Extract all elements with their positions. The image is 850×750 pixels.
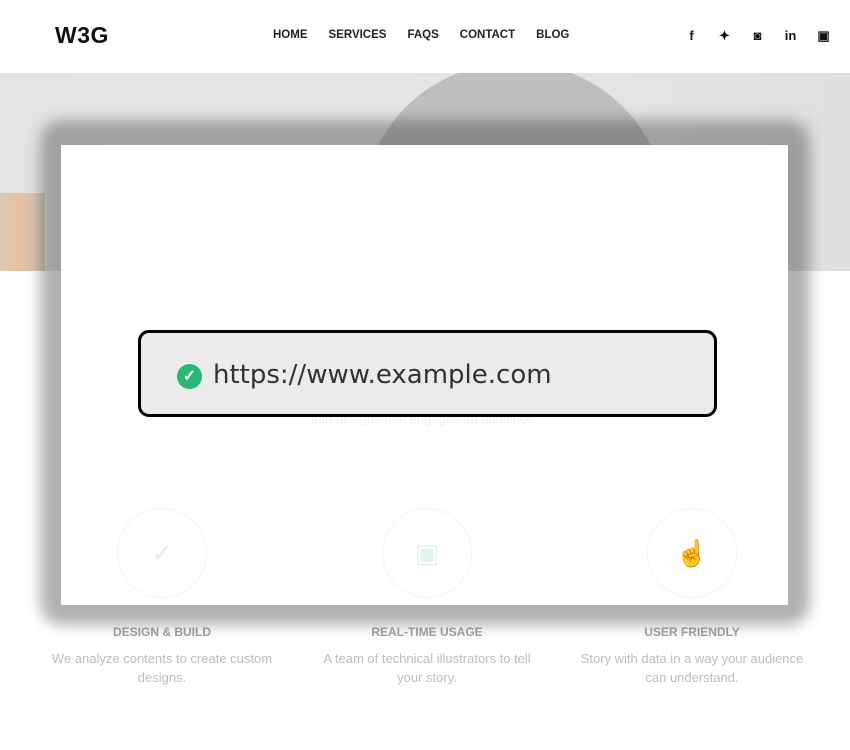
main-nav: HOME SERVICES FAQS CONTACT BLOG (273, 29, 569, 41)
facebook-icon[interactable]: f (685, 28, 698, 44)
nav-faqs[interactable]: FAQS (407, 29, 438, 41)
youtube-icon[interactable]: ▣ (817, 28, 830, 44)
monitor-chart-icon: ▣ (382, 508, 472, 598)
social-links: f ✦ ◙ in ▣ (685, 28, 830, 44)
site-header: W3G HOME SERVICES FAQS CONTACT BLOG f ✦ … (0, 0, 850, 73)
nav-services[interactable]: SERVICES (329, 29, 387, 41)
hero-pencils-shape (0, 193, 45, 271)
nav-home[interactable]: HOME (273, 29, 308, 41)
secure-check-icon: ✓ (177, 364, 202, 389)
feature-desc: Story with data in a way your audience c… (580, 651, 804, 685)
panel-hero-fade (61, 145, 788, 275)
feature-title: DESIGN & BUILD (112, 625, 211, 639)
url-bar[interactable]: ✓ https://www.example.com (138, 330, 717, 417)
nav-contact[interactable]: CONTACT (460, 29, 515, 41)
feature-design-build: DESIGN & BUILD We analyze contents to cr… (47, 625, 277, 687)
hero-laptop-shape (457, 180, 755, 275)
twitter-icon[interactable]: ✦ (718, 28, 731, 44)
touch-hand-icon: ☝ (647, 508, 737, 598)
feature-user-friendly: USER FRIENDLY Story with data in a way y… (577, 625, 807, 687)
feature-title: USER FRIENDLY (644, 625, 740, 639)
check-plus-icon: ✓ (117, 508, 207, 598)
logo[interactable]: W3G (55, 22, 109, 49)
feature-real-time-usage: REAL-TIME USAGE A team of technical illu… (312, 625, 542, 687)
nav-blog[interactable]: BLOG (536, 29, 569, 41)
linkedin-icon[interactable]: in (784, 28, 797, 44)
url-text: https://www.example.com (213, 360, 552, 390)
feature-desc: We analyze contents to create custom des… (51, 651, 273, 685)
feature-desc: A team of technical illustrators to tell… (323, 651, 531, 685)
feature-title: REAL-TIME USAGE (371, 625, 483, 639)
instagram-icon[interactable]: ◙ (751, 28, 764, 44)
